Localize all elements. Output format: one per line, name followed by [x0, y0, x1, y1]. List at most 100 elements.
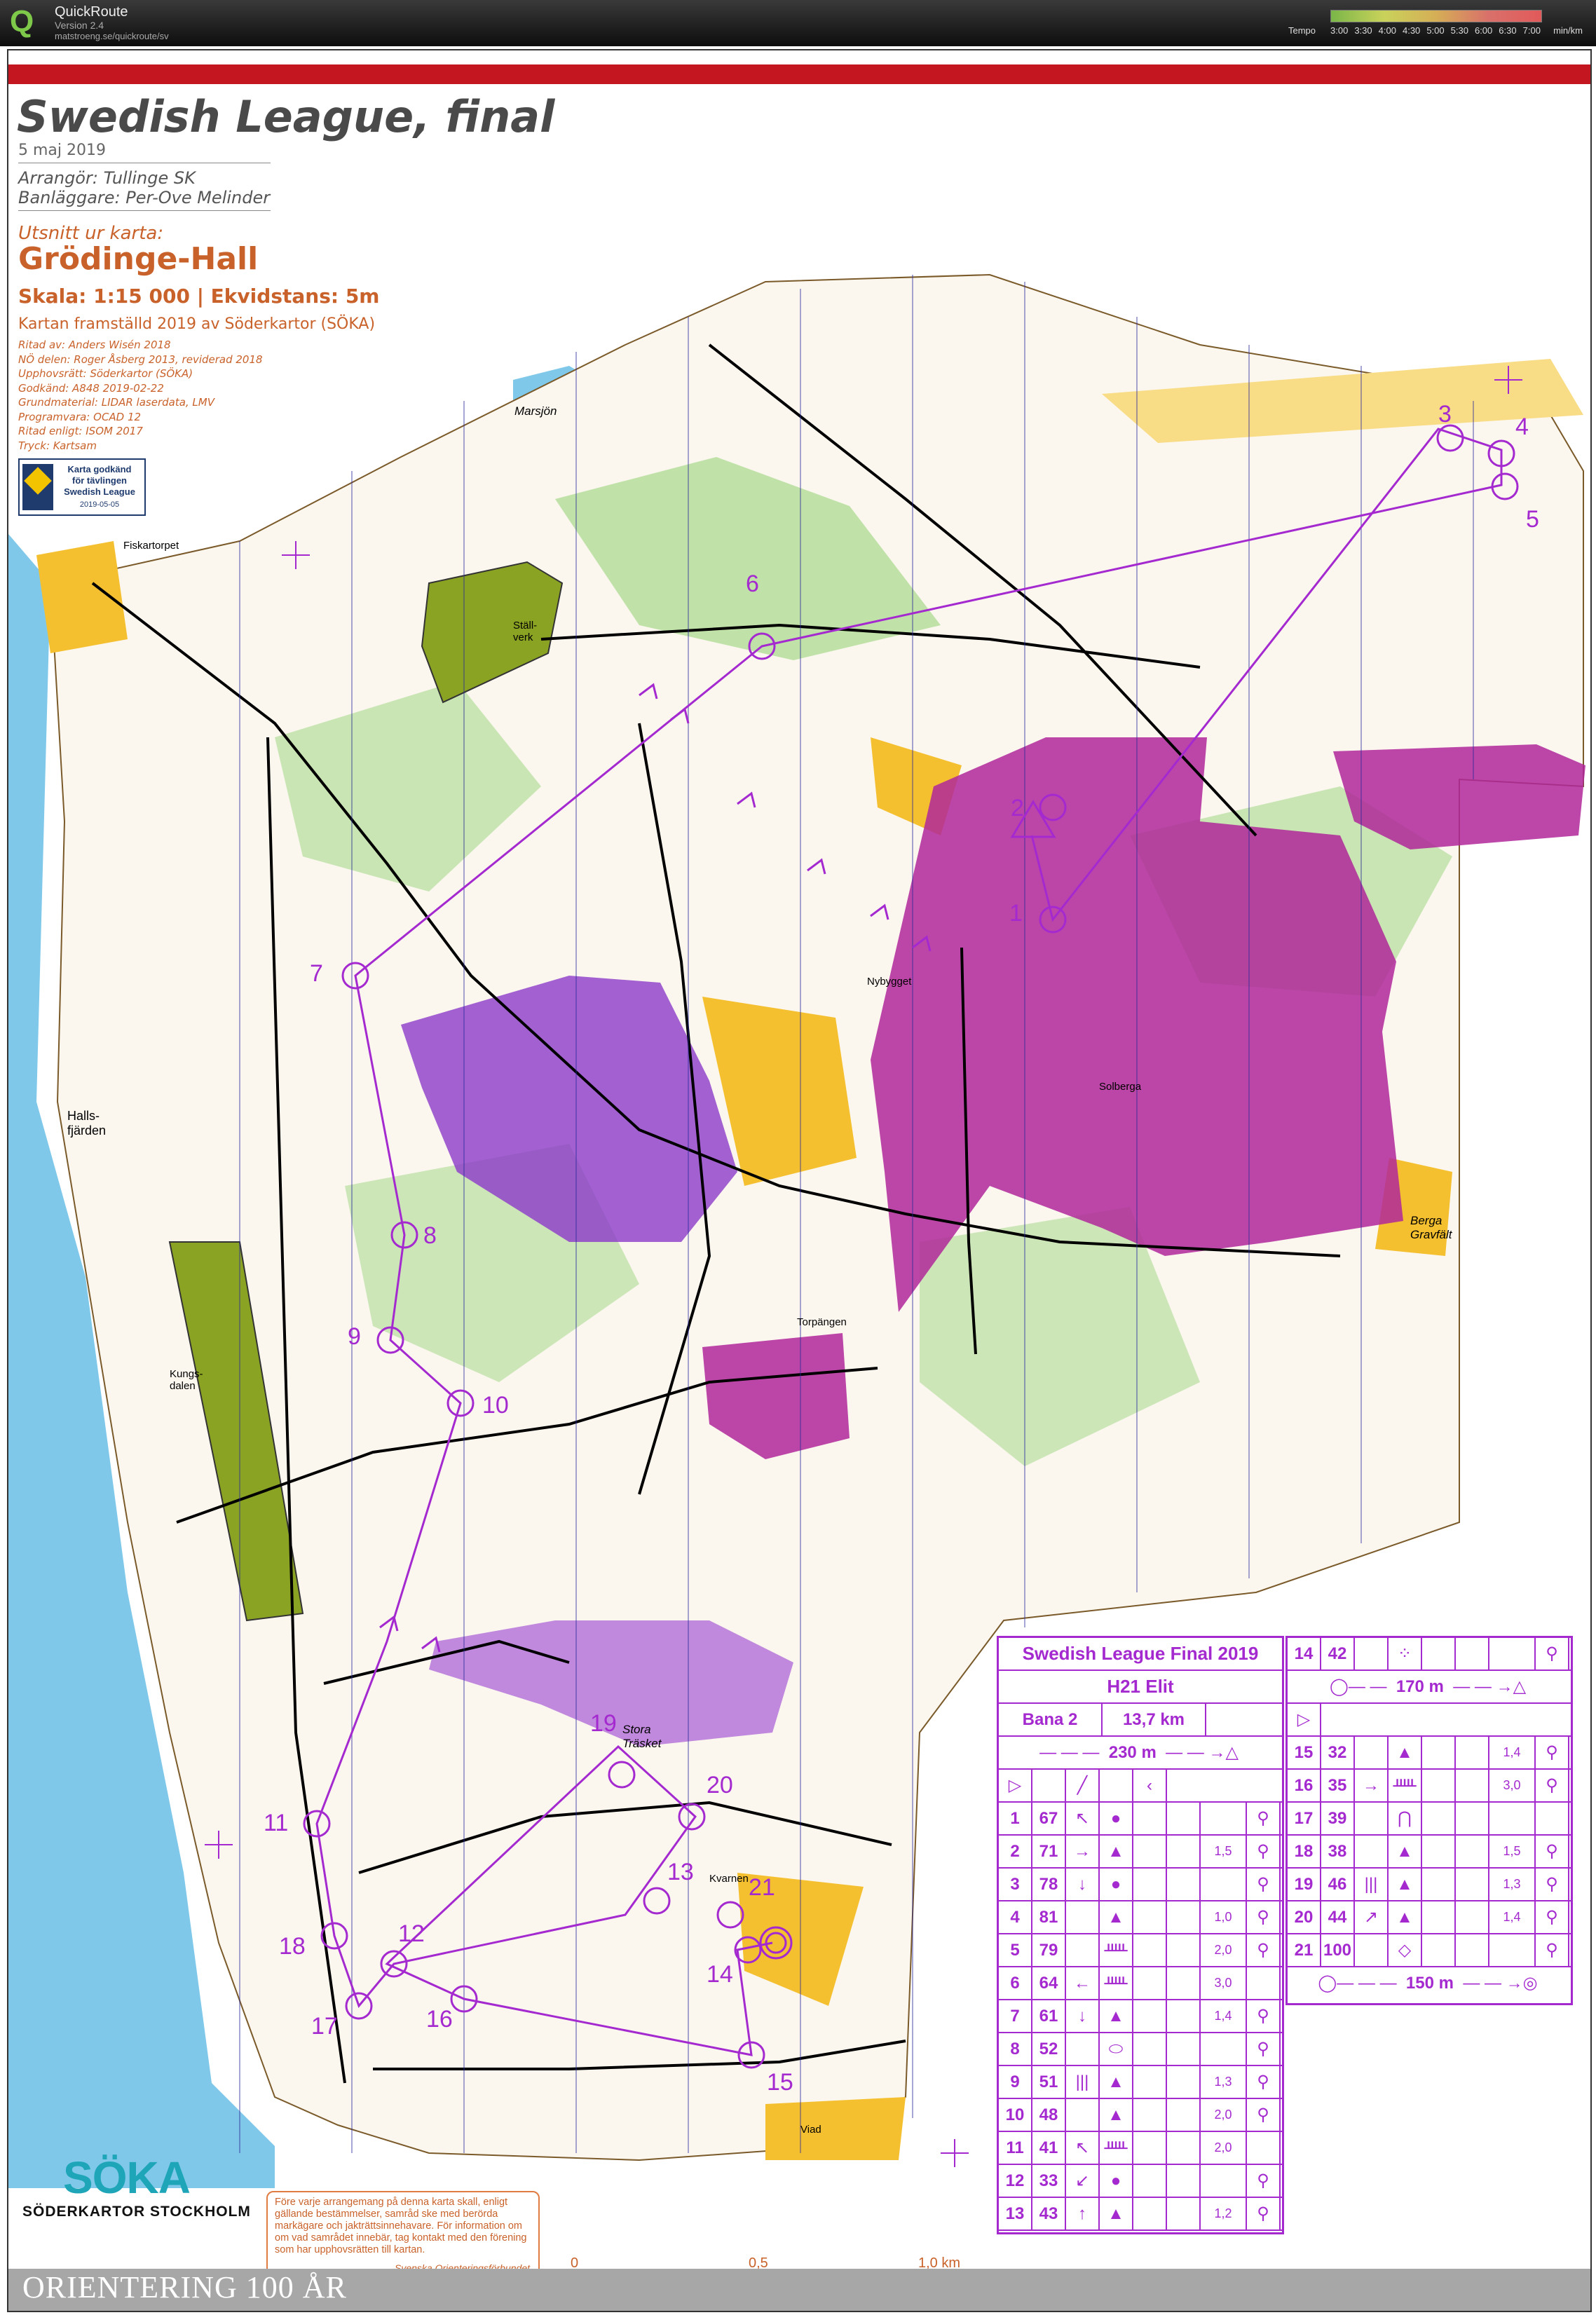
desc-empty-cell [1456, 1901, 1489, 1933]
desc-n: 2 [999, 1836, 1032, 1867]
app-title-bar: Q QuickRoute Version 2.4 matstroeng.se/q… [0, 0, 1596, 46]
desc-empty-cell [1422, 1869, 1456, 1900]
desc-feature: ↓ [1066, 2000, 1100, 2032]
desc-empty-cell [1133, 1836, 1167, 1867]
desc-code: 46 [1321, 1869, 1355, 1900]
desc-dim: 3,0 [1201, 1967, 1247, 1999]
desc-finish-row: ◯— — — 150 m — — →◎ [1288, 1967, 1571, 1999]
course-setter: Banläggare: Per-Ove Melinder [18, 188, 271, 207]
desc-code: 81 [1032, 1901, 1066, 1933]
desc-loc: ⚲ [1247, 1869, 1281, 1900]
desc-n: 11 [999, 2132, 1032, 2164]
desc-finish-marked: ◯— — — 150 m — — →◎ [1318, 1974, 1538, 1993]
desc-empty-cell [1422, 1638, 1456, 1669]
desc-control-row: 17 39 ⋂ [1288, 1803, 1571, 1836]
desc-control-row: 14 42 ⁘ ⚲ [1288, 1638, 1571, 1671]
desc-dim [1201, 2033, 1247, 2065]
desc-control-row: 9 51 ||| ▲ 1,3 ⚲ [999, 2066, 1282, 2099]
desc-empty-cell [1133, 2165, 1167, 2197]
desc-loc: ⚲ [1536, 1901, 1569, 1933]
desc-control-row: 6 64 ← ᚊ 3,0 [999, 1967, 1282, 2000]
desc-control-row: 18 38 ▲ 1,5 ⚲ [1288, 1836, 1571, 1869]
bottom-banner-text: ORIENTERING 100 ÅR [22, 2270, 347, 2304]
desc-loc [1536, 1803, 1569, 1834]
desc-n: 5 [999, 1934, 1032, 1966]
credit-line: Grundmaterial: LIDAR laserdata, LMV [18, 396, 214, 409]
svenska-orientering-logo-icon [22, 464, 53, 510]
desc-n: 12 [999, 2165, 1032, 2197]
desc-course: Bana 2 [999, 1704, 1103, 1735]
place-kvarnen: Kvarnen [709, 1873, 749, 1885]
desc-loc: ⚲ [1247, 2165, 1281, 2197]
desc-feature: ← [1066, 1967, 1100, 1999]
desc-control-row: 11 41 ↖ ᚊ 2,0 [999, 2132, 1282, 2165]
desc-n: 18 [1288, 1836, 1321, 1867]
desc-feature: ||| [1066, 2066, 1100, 2098]
desc-n: 16 [1288, 1770, 1321, 1801]
landowner-notice: Före varje arrangemang på denna karta sk… [266, 2191, 540, 2276]
desc-loc: ⚲ [1247, 2066, 1281, 2098]
desc-appearance: ▲ [1100, 2066, 1133, 2098]
control-number-5: 5 [1526, 506, 1539, 533]
desc-n: 4 [999, 1901, 1032, 1933]
desc-appearance: ▲ [1100, 1901, 1133, 1933]
desc-code: 48 [1032, 2099, 1066, 2131]
desc-n: 6 [999, 1967, 1032, 1999]
map-name: Grödinge-Hall [18, 241, 259, 277]
desc-appearance: ⋂ [1389, 1803, 1422, 1834]
desc-control-row: 5 79 ᚊ 2,0 ⚲ [999, 1934, 1282, 1967]
desc-feature: ↖ [1066, 1803, 1100, 1834]
desc-empty-cell [1133, 2132, 1167, 2164]
quickroute-logo-icon: Q [10, 4, 34, 39]
desc-dim [1201, 1803, 1247, 1834]
place-solberga: Solberga [1099, 1081, 1142, 1093]
event-date: 5 maj 2019 [18, 142, 106, 159]
desc-class: H21 Elit [999, 1671, 1282, 1704]
tempo-color-bar [1330, 10, 1542, 22]
desc-control-row: 15 32 ▲ 1,4 ⚲ [1288, 1737, 1571, 1770]
desc-n: 8 [999, 2033, 1032, 2065]
desc-appearance: ▲ [1389, 1869, 1422, 1900]
desc-feature: ↖ [1066, 2132, 1100, 2164]
desc-n: 10 [999, 2099, 1032, 2131]
desc-empty-cell [1133, 1901, 1167, 1933]
soka-logo: SÖKA SÖDERKARTOR STOCKHOLM [22, 2152, 250, 2222]
desc-control-row: 13 43 ↑ ▲ 1,2 ⚲ [999, 2198, 1282, 2231]
credit-line: Upphovsrätt: Söderkartor (SÖKA) [18, 367, 193, 380]
start-triangle-icon: ▷ [999, 1770, 1032, 1801]
desc-loc: ⚲ [1536, 1638, 1569, 1669]
desc-code: 39 [1321, 1803, 1355, 1834]
desc-appearance: ▲ [1100, 2099, 1133, 2131]
desc-empty-cell [1167, 2099, 1201, 2131]
desc-loc: ⚲ [1536, 1934, 1569, 1966]
place-stora-trasket: Stora Träsket [622, 1723, 662, 1750]
desc-loc: ⚲ [1247, 1901, 1281, 1933]
desc-control-row: 1 67 ↖ ● ⚲ [999, 1803, 1282, 1836]
desc-empty-cell [1167, 2033, 1201, 2065]
desc-feature [1066, 2099, 1100, 2131]
desc-empty-cell [1133, 2066, 1167, 2098]
desc-feature: ↓ [1066, 1869, 1100, 1900]
desc-empty-cell [1456, 1770, 1489, 1801]
desc-marked-route-row: ◯— — 170 m — — →△ [1288, 1671, 1571, 1704]
desc-empty-cell [1167, 2066, 1201, 2098]
control-number-15: 15 [767, 2069, 793, 2096]
place-marsjon: Marsjön [514, 404, 557, 418]
tempo-tick: 4:30 [1402, 25, 1421, 36]
desc-dim [1489, 1638, 1536, 1669]
app-url[interactable]: matstroeng.se/quickroute/sv [55, 31, 169, 41]
desc-control-row: 10 48 ▲ 2,0 ⚲ [999, 2099, 1282, 2132]
desc-start-marked-row: — — — 230 m — — →△ [999, 1737, 1282, 1770]
desc-appearance: ᚊ [1100, 1967, 1133, 1999]
desc-loc: ⚲ [1247, 2198, 1281, 2229]
desc-start-row: ▷ ╱ ‹ [999, 1770, 1282, 1803]
desc-n: 19 [1288, 1869, 1321, 1900]
control-description-sheet-2: 14 42 ⁘ ⚲ ◯— — 170 m — — →△ ▷ 15 32 ▲ 1,4 ⚲ 16 35… [1285, 1636, 1573, 2005]
desc-empty-cell [1422, 1901, 1456, 1933]
desc-dim: 1,4 [1489, 1901, 1536, 1933]
desc-dim [1489, 1934, 1536, 1966]
desc-feature [1355, 1836, 1389, 1867]
orienteering-map[interactable]: Swedish League, final 5 maj 2019 Arrangö… [7, 49, 1592, 2312]
control-description-sheet-1: Swedish League Final 2019 H21 Elit Bana … [997, 1636, 1284, 2234]
desc-control-row: 12 33 ↙ ● ⚲ [999, 2165, 1282, 2198]
